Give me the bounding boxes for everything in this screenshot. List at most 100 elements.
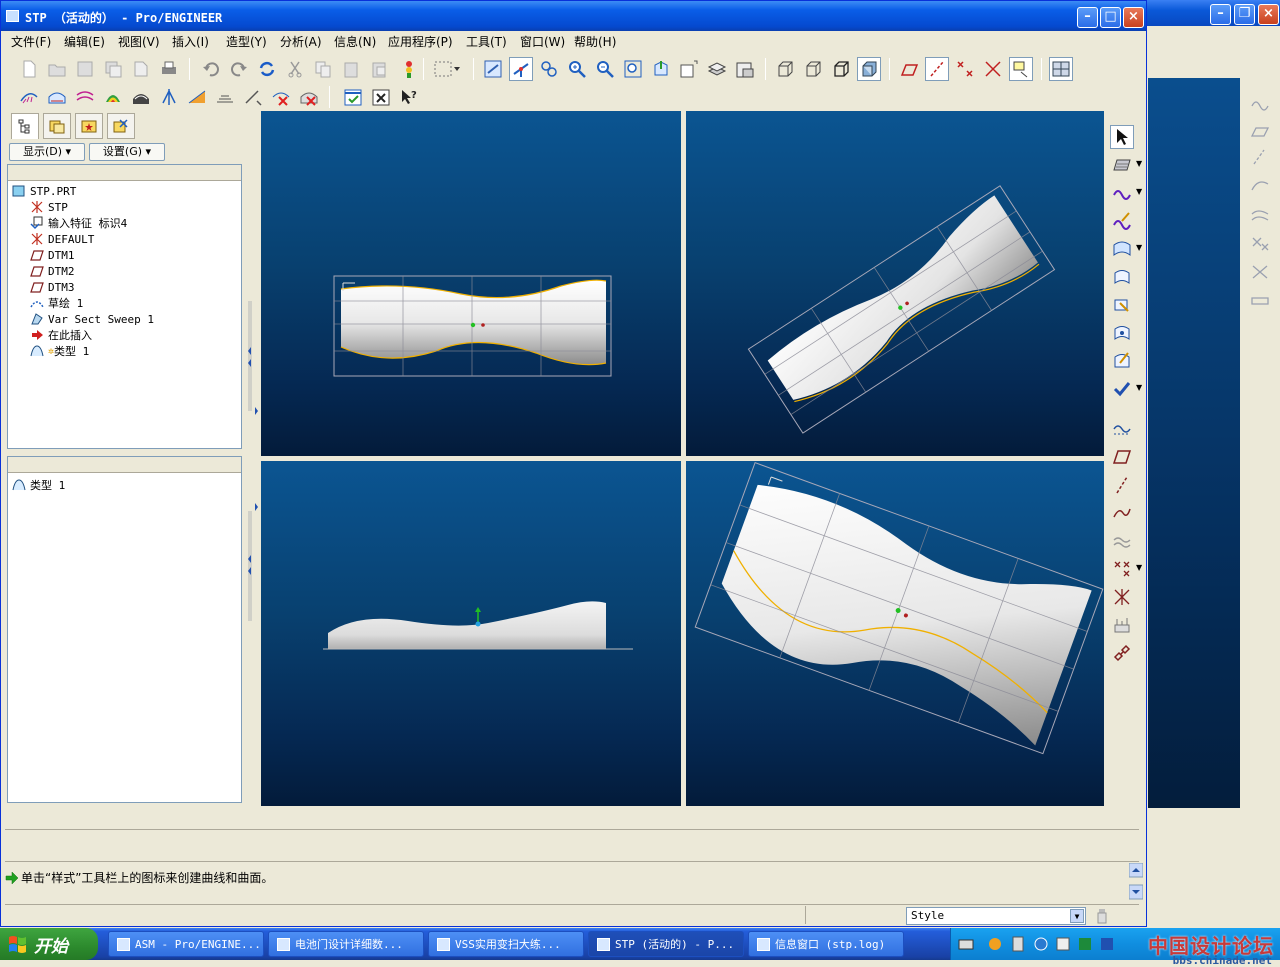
draft-analysis-icon[interactable] — [157, 85, 181, 109]
cancel-style-icon[interactable] — [369, 85, 393, 109]
done-check-icon[interactable] — [1110, 377, 1134, 401]
tab-layers[interactable] — [43, 113, 71, 139]
sketch-view-icon[interactable] — [1110, 417, 1134, 441]
spin-center-icon[interactable] — [509, 57, 533, 81]
backup-icon[interactable] — [129, 57, 153, 81]
surface-connect-icon[interactable] — [1110, 265, 1134, 289]
paste-icon[interactable] — [339, 57, 363, 81]
cut-icon[interactable] — [283, 57, 307, 81]
tree-item-style[interactable]: ✲ 类型 1 — [30, 343, 89, 359]
tree-item-insert-here[interactable]: 在此插入 — [30, 327, 92, 343]
menu-window[interactable]: 窗口(W) — [520, 33, 565, 50]
reflection-analysis-icon[interactable] — [213, 85, 237, 109]
select-arrow-icon[interactable] — [1110, 125, 1134, 149]
selection-filter-select[interactable]: Style ▼ — [906, 907, 1086, 925]
refit-icon[interactable] — [621, 57, 645, 81]
reorient-icon[interactable] — [649, 57, 673, 81]
task-battery-door[interactable]: 电池门设计详细数... — [268, 931, 424, 957]
copy-icon[interactable] — [311, 57, 335, 81]
gaussian-curvature-icon[interactable] — [101, 85, 125, 109]
tree-item-csys-stp[interactable]: STP — [30, 199, 68, 215]
viewport-isometric-2[interactable] — [686, 461, 1104, 806]
message-scrollbar[interactable] — [1128, 862, 1144, 901]
surface-trim-icon[interactable] — [1110, 293, 1134, 317]
save-copy-icon[interactable] — [101, 57, 125, 81]
context-help-icon[interactable]: ? — [397, 85, 421, 109]
delete-analysis-icon[interactable] — [269, 85, 293, 109]
menu-view[interactable]: 视图(V) — [118, 33, 160, 50]
datum-axis-tool-icon[interactable] — [1110, 473, 1134, 497]
paste-special-icon[interactable] — [367, 57, 391, 81]
curvature-analysis-icon[interactable] — [17, 85, 41, 109]
tree-item-csys-default[interactable]: DEFAULT — [30, 231, 94, 247]
menu-style[interactable]: 造型(Y) — [226, 33, 267, 50]
create-surface-icon[interactable] — [1110, 237, 1134, 261]
section-curvature-icon[interactable] — [129, 85, 153, 109]
tab-model-tree[interactable] — [11, 113, 39, 139]
minimize-button[interactable]: – — [1077, 7, 1098, 28]
title-bar[interactable]: STP （活动的） - Pro/ENGINEER – □ × — [1, 1, 1146, 31]
datum-axes-toggle-icon[interactable] — [925, 57, 949, 81]
edit-curve-icon[interactable] — [1110, 209, 1134, 233]
menu-edit[interactable]: 编辑(E) — [64, 33, 105, 50]
offset-analysis-icon[interactable] — [73, 85, 97, 109]
menu-tools[interactable]: 工具(T) — [466, 33, 507, 50]
sketched-curve-tool-icon[interactable] — [1110, 501, 1134, 525]
active-plane-icon[interactable] — [1110, 153, 1134, 177]
background-window-titlebar[interactable]: – ❐ × — [1146, 0, 1280, 26]
chevron-down-icon[interactable]: ▼ — [1136, 563, 1142, 572]
menu-insert[interactable]: 插入(I) — [172, 33, 209, 50]
chain-tool-icon[interactable] — [1110, 641, 1134, 665]
zoom-out-icon[interactable] — [593, 57, 617, 81]
regenerate-icon[interactable] — [255, 57, 279, 81]
shade-analysis-icon[interactable] — [241, 85, 265, 109]
style-tree-item[interactable]: 类型 1 — [12, 477, 65, 493]
selection-filter-icon[interactable] — [431, 57, 463, 81]
tree-item-var-sect-sweep[interactable]: Var Sect Sweep 1 — [30, 311, 154, 327]
menu-info[interactable]: 信息(N) — [334, 33, 376, 50]
tab-connections[interactable] — [107, 113, 135, 139]
save-icon[interactable] — [73, 57, 97, 81]
task-vss[interactable]: VSS实用变扫大练... — [428, 931, 584, 957]
viewport-front[interactable] — [261, 461, 681, 806]
chevron-down-icon[interactable]: ▼ — [1136, 383, 1142, 392]
show-dropdown[interactable]: 显示(D) ▾ — [9, 143, 85, 161]
maximize-button[interactable]: □ — [1100, 7, 1121, 28]
chevron-down-icon[interactable]: ▼ — [1136, 243, 1142, 252]
surface-edit-icon[interactable] — [1110, 321, 1134, 345]
datum-planes-toggle-icon[interactable] — [897, 57, 921, 81]
close-button[interactable]: × — [1123, 7, 1144, 28]
tree-item-sketch[interactable]: 草绘 1 — [30, 295, 83, 311]
wireframe-icon[interactable] — [773, 57, 797, 81]
analysis-feature-icon[interactable] — [1110, 613, 1134, 637]
print-icon[interactable] — [157, 57, 181, 81]
tab-favorites[interactable] — [75, 113, 103, 139]
done-style-icon[interactable] — [341, 85, 365, 109]
redo-icon[interactable] — [227, 57, 251, 81]
viewport-top[interactable] — [261, 111, 681, 456]
start-button[interactable]: 开始 — [0, 928, 98, 960]
tree-item-dtm1[interactable]: DTM1 — [30, 247, 75, 263]
navigator-splitter[interactable] — [245, 111, 259, 806]
open-icon[interactable] — [45, 57, 69, 81]
curve-from-surface-icon[interactable] — [1110, 349, 1134, 373]
delete-all-analysis-icon[interactable] — [297, 85, 321, 109]
repaint-icon[interactable] — [481, 57, 505, 81]
new-icon[interactable] — [17, 57, 41, 81]
annotations-toggle-icon[interactable] — [1009, 57, 1033, 81]
tree-item-import-feature[interactable]: 输入特征 标识4 — [30, 215, 127, 231]
slope-analysis-icon[interactable] — [185, 85, 209, 109]
settings-dropdown[interactable]: 设置(G) ▾ — [89, 143, 165, 161]
task-asm[interactable]: ASM - Pro/ENGINE... — [108, 931, 264, 957]
bg-close-button[interactable]: × — [1258, 4, 1279, 25]
tree-item-dtm3[interactable]: DTM3 — [30, 279, 75, 295]
chevron-down-icon[interactable]: ▼ — [1070, 909, 1084, 923]
saved-views-icon[interactable] — [677, 57, 701, 81]
datum-plane-tool-icon[interactable] — [1110, 445, 1134, 469]
tree-item-dtm2[interactable]: DTM2 — [30, 263, 75, 279]
coordinate-system-tool-icon[interactable] — [1110, 585, 1134, 609]
bg-minimize-button[interactable]: – — [1210, 4, 1231, 25]
chevron-down-icon[interactable]: ▼ — [1136, 159, 1142, 168]
status-lamp-icon[interactable] — [1093, 907, 1111, 925]
orient-mode-icon[interactable] — [537, 57, 561, 81]
